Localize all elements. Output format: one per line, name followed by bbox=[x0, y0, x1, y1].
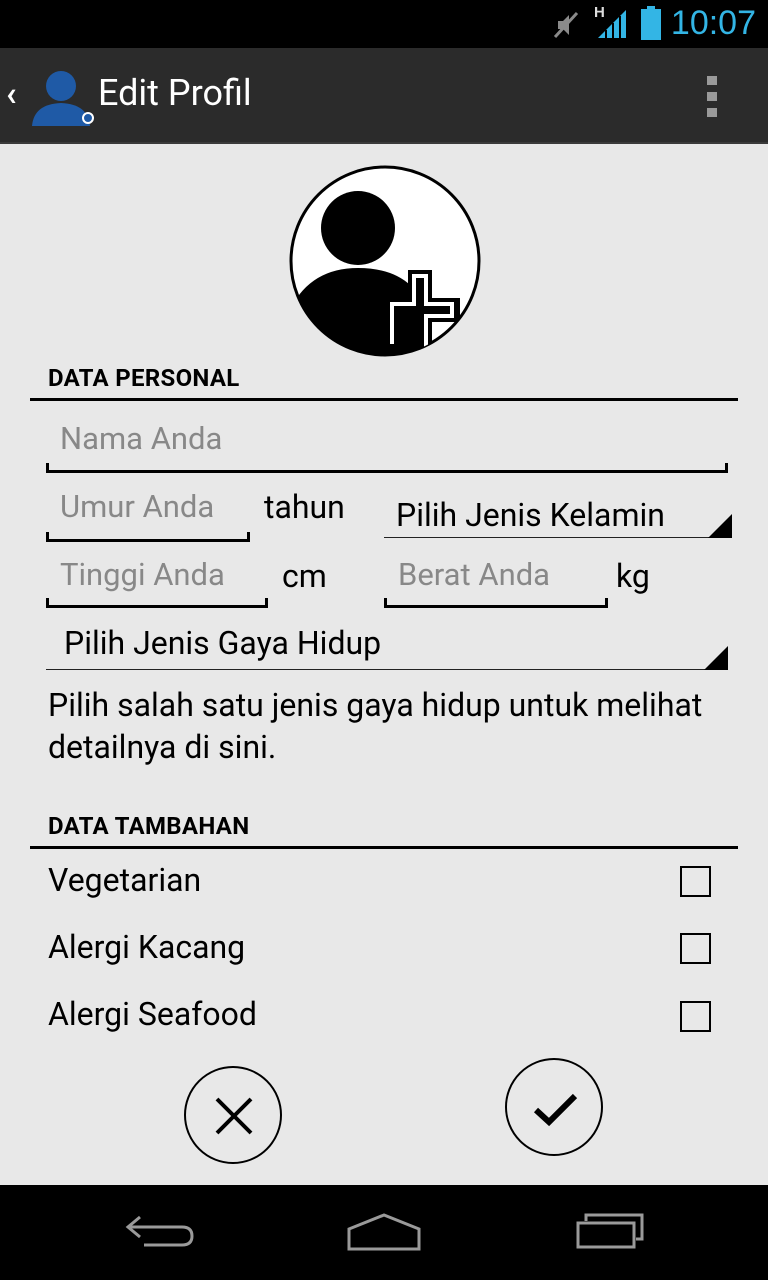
option-label-vegetarian: Vegetarian bbox=[48, 861, 202, 899]
section-title-additional: DATA TAMBAHAN bbox=[48, 812, 250, 840]
status-bar: H 10:07 bbox=[0, 0, 768, 48]
weight-placeholder: Berat Anda bbox=[398, 556, 551, 593]
confirm-button[interactable] bbox=[505, 1058, 603, 1156]
section-divider bbox=[30, 846, 738, 849]
navigation-bar bbox=[0, 1185, 768, 1280]
action-bar: ‹ Edit Profil bbox=[0, 48, 768, 144]
checkbox-vegetarian[interactable] bbox=[680, 866, 711, 897]
dropdown-arrow-icon bbox=[704, 646, 728, 670]
status-time: 10:07 bbox=[670, 4, 756, 42]
checkbox-seafood-allergy[interactable] bbox=[680, 1001, 711, 1032]
option-label-seafood-allergy: Alergi Seafood bbox=[48, 995, 257, 1033]
section-divider bbox=[30, 398, 738, 401]
page-title: Edit Profil bbox=[98, 72, 252, 114]
add-user-photo-icon[interactable] bbox=[288, 164, 482, 358]
weight-input[interactable]: Berat Anda bbox=[384, 556, 608, 608]
mute-icon bbox=[553, 11, 579, 39]
check-icon bbox=[533, 1093, 578, 1127]
option-label-peanut-allergy: Alergi Kacang bbox=[48, 928, 246, 966]
gender-select-value: Pilih Jenis Kelamin bbox=[396, 496, 665, 534]
age-placeholder: Umur Anda bbox=[60, 488, 215, 525]
name-input[interactable]: Nama Anda bbox=[46, 420, 728, 473]
up-caret-icon[interactable]: ‹ bbox=[6, 74, 17, 114]
close-icon bbox=[215, 1097, 253, 1135]
section-title-personal: DATA PERSONAL bbox=[48, 364, 240, 392]
lifestyle-select[interactable]: Pilih Jenis Gaya Hidup bbox=[46, 624, 728, 670]
back-icon[interactable] bbox=[124, 1209, 196, 1253]
age-unit: tahun bbox=[264, 488, 345, 526]
lifestyle-hint: Pilih salah satu jenis gaya hidup untuk … bbox=[48, 686, 703, 766]
name-placeholder: Nama Anda bbox=[60, 420, 223, 457]
age-input[interactable]: Umur Anda bbox=[46, 488, 250, 542]
profile-icon[interactable] bbox=[30, 66, 96, 128]
cancel-button[interactable] bbox=[184, 1066, 282, 1164]
signal-icon bbox=[598, 10, 626, 39]
checkbox-peanut-allergy[interactable] bbox=[680, 933, 711, 964]
height-placeholder: Tinggi Anda bbox=[60, 556, 225, 593]
overflow-menu-icon[interactable] bbox=[704, 76, 720, 120]
dropdown-arrow-icon bbox=[708, 514, 732, 538]
weight-unit: kg bbox=[616, 557, 650, 595]
gender-select[interactable]: Pilih Jenis Kelamin bbox=[384, 496, 732, 538]
height-input[interactable]: Tinggi Anda bbox=[46, 556, 268, 608]
home-icon[interactable] bbox=[346, 1209, 422, 1253]
recent-apps-icon[interactable] bbox=[574, 1209, 646, 1253]
lifestyle-select-value: Pilih Jenis Gaya Hidup bbox=[64, 624, 382, 662]
height-unit: cm bbox=[282, 557, 327, 595]
battery-icon bbox=[641, 6, 661, 40]
